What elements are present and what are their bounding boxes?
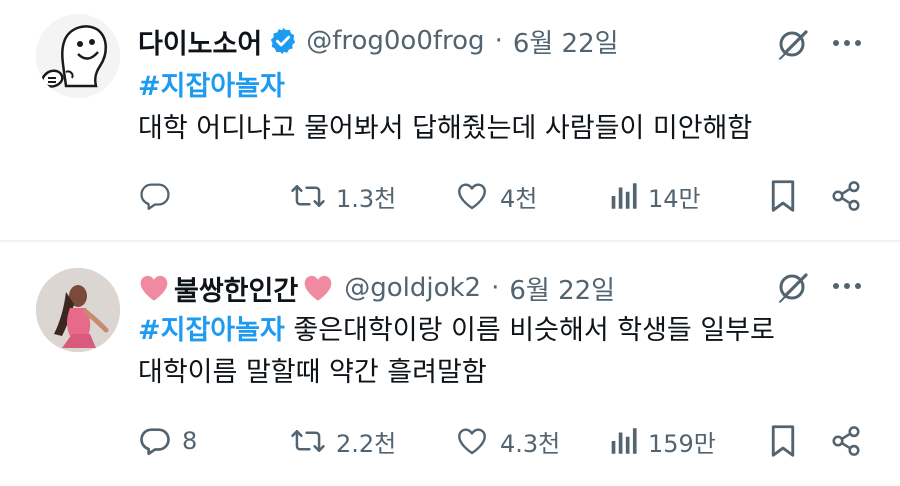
more-icon[interactable]	[832, 281, 862, 291]
tweet-divider	[0, 240, 900, 242]
pink-heart-icon	[304, 275, 332, 301]
action-bar: 1.3천 4천 14만	[138, 176, 868, 216]
tweet[interactable]: 불쌍한인간 @goldjok2 · 6월 22일 #지잡아놀자 좋은대학이랑 이…	[0, 243, 900, 486]
avatar[interactable]	[36, 14, 120, 98]
like-count: 4.3천	[500, 429, 561, 458]
like-button[interactable]: 4.3천	[454, 421, 560, 461]
tweet-text-line: 대학이름 말할때 약간 흘려말함	[138, 357, 487, 388]
retweet-icon	[291, 430, 325, 452]
retweet-icon	[291, 185, 325, 207]
grok-icon[interactable]	[775, 270, 809, 304]
action-bar: 8 2.2천 4.3천 159만	[138, 421, 868, 461]
share-icon	[832, 426, 860, 456]
like-count: 4천	[500, 184, 538, 213]
tweet-text: #지잡아놀자 대학 어디냐고 물어봐서 답해줬는데 사람들이 미안해함	[138, 66, 752, 150]
bookmark-icon	[771, 180, 795, 212]
more-icon[interactable]	[832, 38, 862, 48]
tweet-text-line: 대학 어디냐고 물어봐서 답해줬는데 사람들이 미안해함	[138, 113, 753, 144]
like-button[interactable]: 4천	[454, 176, 537, 216]
display-name[interactable]: 불쌍한인간	[174, 269, 298, 308]
display-name[interactable]: 다이노소어	[138, 22, 262, 61]
reply-icon	[140, 183, 170, 210]
post-date[interactable]: 6월 22일	[509, 270, 615, 307]
user-handle[interactable]: @goldjok2	[344, 273, 481, 303]
photo-avatar-icon	[36, 268, 120, 352]
bookmark-button[interactable]	[768, 421, 798, 461]
avatar[interactable]	[36, 268, 120, 352]
separator-dot: ·	[491, 273, 500, 303]
reply-icon	[140, 428, 170, 456]
retweet-button[interactable]: 2.2천	[290, 421, 396, 461]
bookmark-icon	[771, 425, 795, 457]
views-button[interactable]: 159만	[608, 421, 716, 461]
retweet-count: 2.2천	[336, 429, 397, 458]
user-handle[interactable]: @frog0o0frog	[306, 26, 484, 56]
heart-icon	[458, 183, 486, 210]
heart-icon	[458, 428, 486, 455]
reply-count: 8	[182, 427, 198, 455]
tweet-text: #지잡아놀자 좋은대학이랑 이름 비슷해서 학생들 일부로 대학이름 말할때 약…	[138, 310, 775, 394]
retweet-button[interactable]: 1.3천	[290, 176, 396, 216]
hashtag-link[interactable]: #지잡아놀자	[138, 71, 285, 102]
verified-badge-icon[interactable]	[268, 26, 298, 56]
share-icon	[832, 181, 860, 211]
share-button[interactable]	[830, 421, 862, 461]
analytics-icon	[611, 428, 637, 454]
tweet-header: 다이노소어 @frog0o0frog · 6월 22일	[138, 19, 619, 63]
separator-dot: ·	[494, 26, 503, 56]
retweet-count: 1.3천	[336, 184, 397, 213]
tweet-text-line: #지잡아놀자 좋은대학이랑 이름 비슷해서 학생들 일부로	[138, 310, 775, 352]
tweet[interactable]: 다이노소어 @frog0o0frog · 6월 22일 #지잡아놀자 대학 어디…	[0, 0, 900, 243]
tweet-text-line: #지잡아놀자	[138, 66, 752, 108]
pink-heart-icon	[140, 275, 168, 301]
grok-icon[interactable]	[775, 27, 809, 61]
analytics-icon	[611, 183, 637, 209]
views-button[interactable]: 14만	[608, 176, 701, 216]
view-count: 159만	[648, 429, 716, 458]
cartoon-avatar-icon	[36, 14, 120, 98]
bookmark-button[interactable]	[768, 176, 798, 216]
post-date[interactable]: 6월 22일	[513, 23, 619, 60]
tweet-text-inline: 좋은대학이랑 이름 비슷해서 학생들 일부로	[284, 315, 775, 346]
view-count: 14만	[648, 184, 701, 213]
tweet-header: 불쌍한인간 @goldjok2 · 6월 22일	[138, 266, 615, 310]
reply-button[interactable]	[138, 176, 182, 216]
hashtag-link[interactable]: #지잡아놀자	[138, 315, 285, 346]
share-button[interactable]	[830, 176, 862, 216]
reply-button[interactable]: 8	[138, 421, 197, 461]
